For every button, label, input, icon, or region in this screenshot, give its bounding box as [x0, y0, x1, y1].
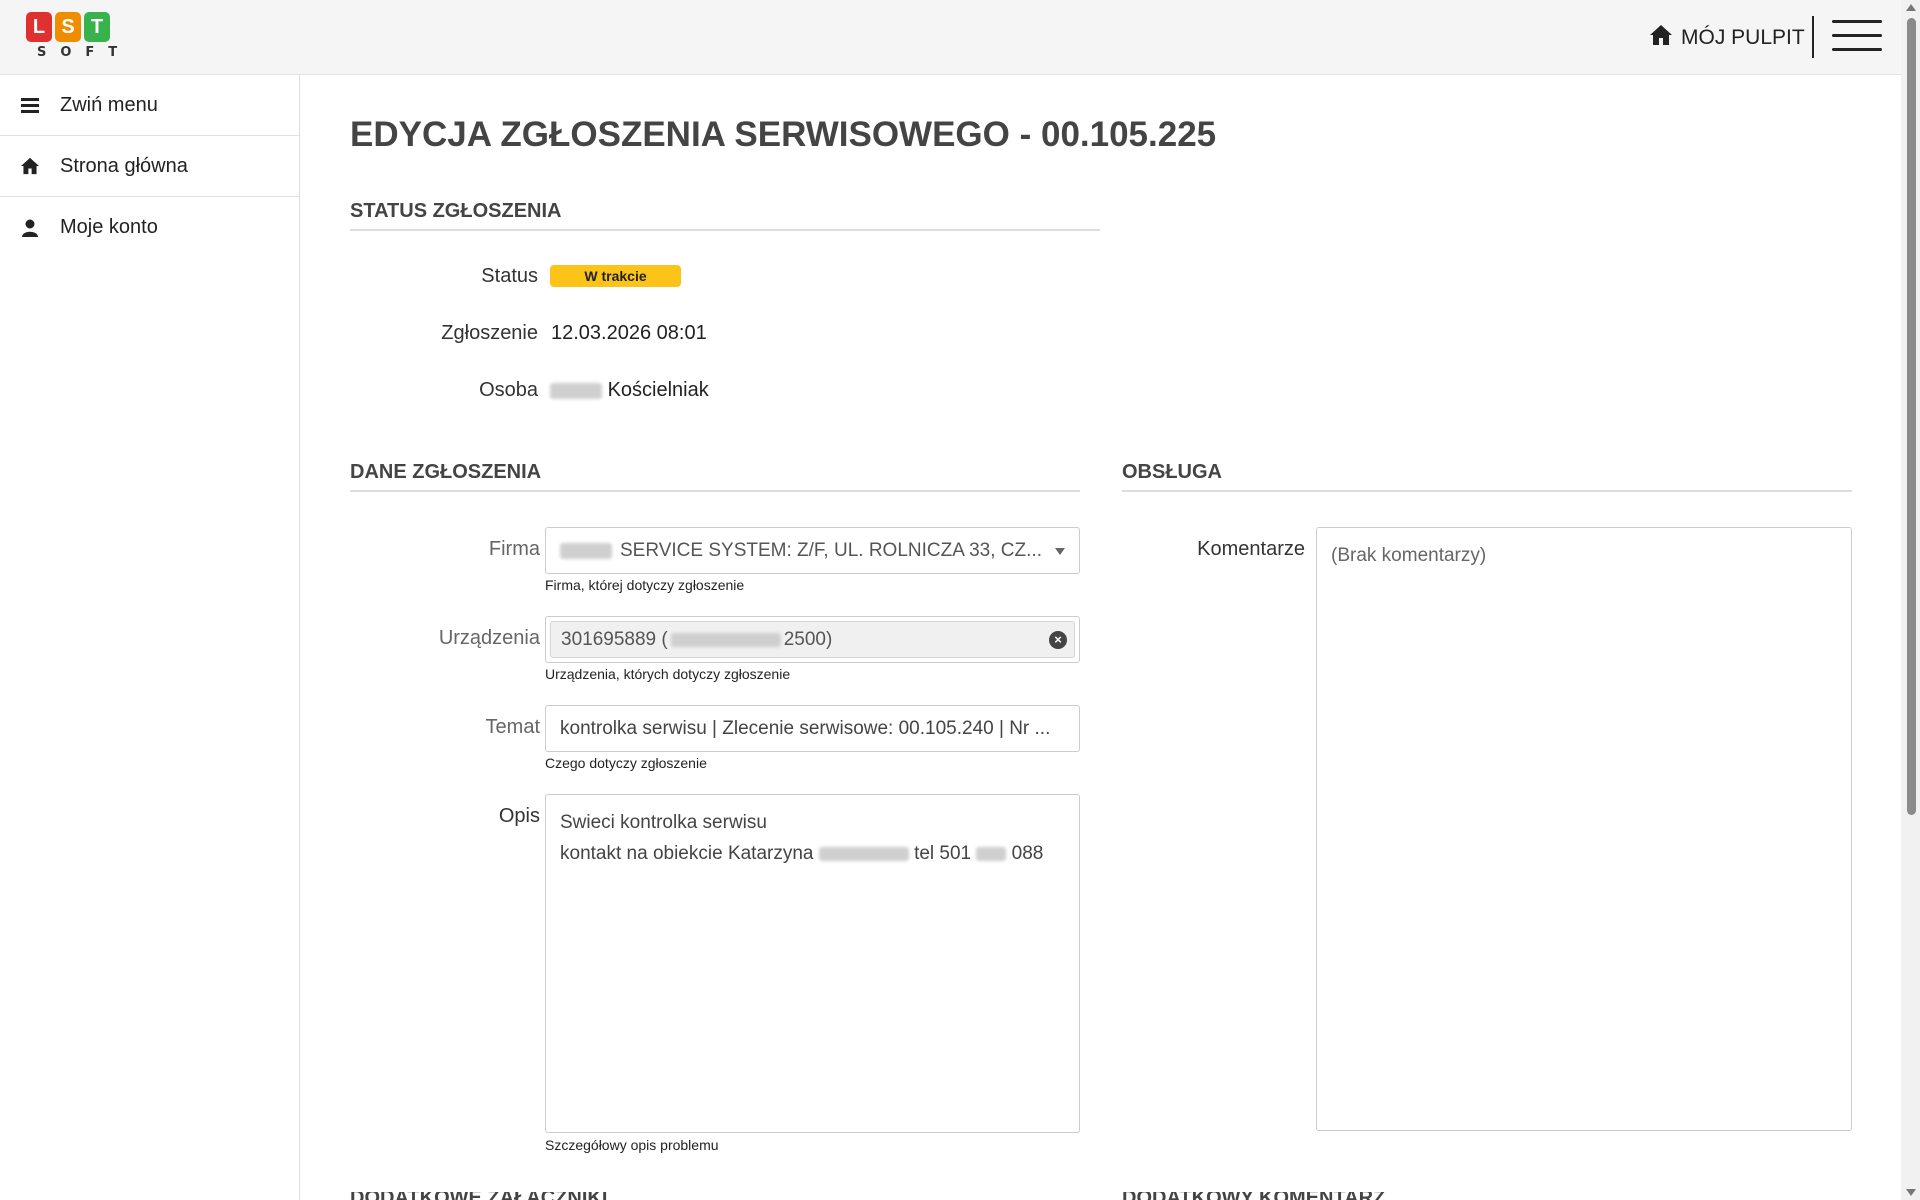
- sidebar-item-label: Strona główna: [60, 154, 188, 177]
- comments-label: Komentarze: [1197, 538, 1305, 560]
- remove-tag-icon[interactable]: ×: [1049, 631, 1067, 649]
- submitted-label: Zgłoszenie: [441, 322, 538, 344]
- subject-input-value: kontrolka serwisu | Zlecenie serwisowe: …: [560, 717, 1051, 739]
- subject-help: Czego dotyczy zgłoszenie: [545, 755, 707, 771]
- home-icon: [20, 156, 40, 176]
- top-bar: L S T SOFT MÓJ PULPIT: [0, 0, 1901, 75]
- logo-letter-l: L: [26, 12, 52, 42]
- home-icon: [1649, 24, 1673, 52]
- redacted-contact-surname: [818, 846, 909, 861]
- description-line-2: kontakt na obiekcie Katarzyna tel 501 08…: [560, 838, 1065, 869]
- section-heading-status: STATUS ZGŁOSZENIA: [350, 200, 1100, 231]
- subject-label: Temat: [485, 716, 540, 738]
- scrollbar-thumb[interactable]: [1907, 18, 1916, 815]
- my-dashboard-label: MÓJ PULPIT: [1681, 26, 1805, 49]
- page-title: EDYCJA ZGŁOSZENIA SERWISOWEGO - 00.105.2…: [350, 115, 1217, 154]
- logo-letter-s: S: [55, 12, 81, 42]
- hamburger-icon[interactable]: [1832, 20, 1882, 52]
- description-label: Opis: [498, 805, 540, 827]
- redacted-company-name: [560, 542, 612, 559]
- section-heading-details: DANE ZGŁOSZENIA: [350, 461, 1080, 492]
- description-textarea[interactable]: Swieci kontrolka serwisu kontakt na obie…: [545, 794, 1080, 1133]
- lst-soft-logo[interactable]: L S T SOFT: [26, 12, 132, 64]
- person-value: Kościelniak: [550, 379, 709, 402]
- logo-subtitle: SOFT: [37, 45, 132, 60]
- my-dashboard-link[interactable]: MÓJ PULPIT: [1649, 24, 1805, 52]
- sidebar-item-collapse-menu[interactable]: Zwiń menu: [0, 75, 299, 136]
- scroll-down-arrow-icon[interactable]: [1906, 1189, 1916, 1196]
- section-heading-service: OBSŁUGA: [1122, 461, 1852, 492]
- submitted-value: 12.03.2026 08:01: [551, 322, 707, 344]
- topbar-divider: [1812, 16, 1814, 58]
- redacted-device-model: [670, 632, 781, 647]
- device-tag-prefix: 301695889 (: [561, 628, 668, 650]
- person-label: Osoba: [479, 379, 538, 401]
- devices-help: Urządzenia, których dotyczy zgłoszenie: [545, 666, 791, 682]
- description-help: Szczegółowy opis problemu: [545, 1137, 719, 1153]
- sidebar-item-my-account[interactable]: Moje konto: [0, 197, 299, 258]
- sidebar-item-label: Moje konto: [60, 216, 158, 238]
- sidebar: Zwiń menu Strona główna Moje konto: [0, 75, 300, 1200]
- comments-placeholder: (Brak komentarzy): [1331, 545, 1487, 566]
- scroll-up-arrow-icon[interactable]: [1906, 4, 1916, 11]
- redacted-phone-digits: [976, 846, 1007, 861]
- description-text: 088: [1011, 843, 1044, 864]
- devices-label: Urządzenia: [438, 627, 540, 649]
- description-text: tel 501: [914, 843, 972, 864]
- page-scrollbar[interactable]: [1901, 0, 1920, 1200]
- device-tag-suffix: 2500): [783, 628, 833, 650]
- chevron-down-icon: [1055, 548, 1065, 555]
- company-select[interactable]: SERVICE SYSTEM: Z/F, UL. ROLNICZA 33, CZ…: [545, 527, 1080, 574]
- devices-multiselect[interactable]: 301695889 ( 2500) ×: [545, 616, 1080, 663]
- company-select-value: SERVICE SYSTEM: Z/F, UL. ROLNICZA 33, CZ…: [620, 539, 1042, 561]
- subject-input[interactable]: kontrolka serwisu | Zlecenie serwisowe: …: [545, 705, 1080, 752]
- description-text: kontakt na obiekcie Katarzyna: [560, 843, 814, 864]
- device-tag[interactable]: 301695889 ( 2500) ×: [550, 621, 1075, 658]
- section-heading-extra-comment: DODATKOWY KOMENTARZ: [1122, 1192, 1385, 1200]
- sidebar-item-label: Zwiń menu: [60, 93, 158, 116]
- status-label: Status: [481, 265, 538, 287]
- status-badge: W trakcie: [550, 265, 681, 287]
- redacted-first-name: [550, 382, 602, 399]
- sidebar-item-home[interactable]: Strona główna: [0, 136, 299, 197]
- user-icon: [20, 218, 40, 238]
- person-last-name: Kościelniak: [607, 379, 709, 401]
- company-help: Firma, której dotyczy zgłoszenie: [545, 577, 745, 593]
- section-heading-attachments: DODATKOWE ZAŁĄCZNIKI: [350, 1192, 607, 1200]
- company-label: Firma: [488, 538, 540, 560]
- comments-box[interactable]: (Brak komentarzy): [1316, 527, 1852, 1131]
- bars-icon: [20, 95, 40, 115]
- description-line-1: Swieci kontrolka serwisu: [560, 812, 767, 833]
- logo-letter-t: T: [84, 12, 110, 42]
